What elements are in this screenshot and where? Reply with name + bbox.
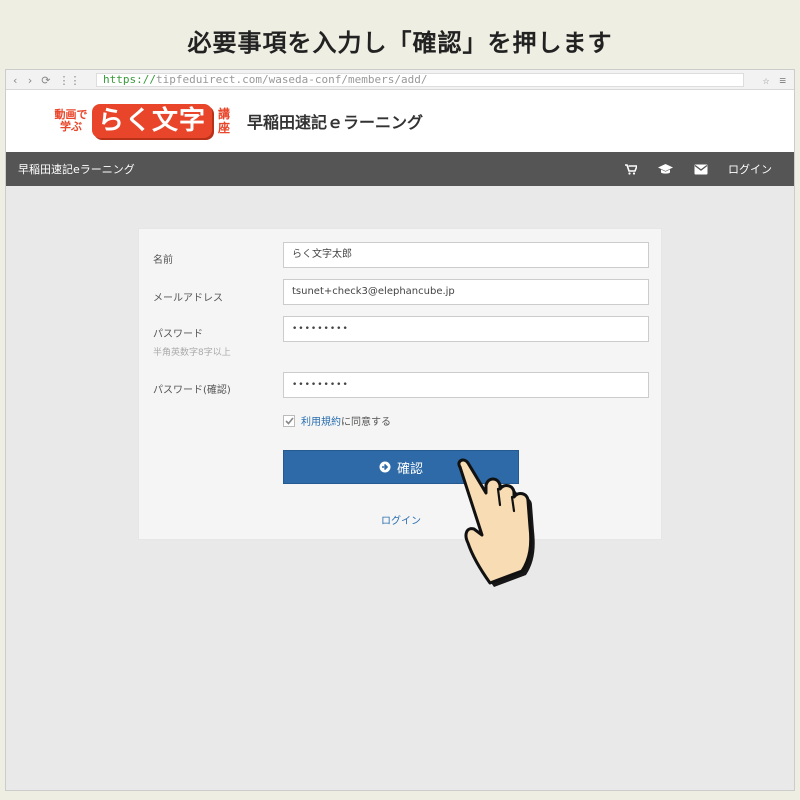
password-hint: 半角英数字8字以上 <box>153 348 231 358</box>
browser-toolbar: ‹ › ⟳ ⋮⋮ https://tipfeduirect.com/waseda… <box>6 70 794 90</box>
logo-main-text: らく文字 <box>92 104 213 138</box>
envelope-icon[interactable] <box>694 164 708 175</box>
login-link[interactable]: ログイン <box>139 512 663 527</box>
navbar-login-link[interactable]: ログイン <box>728 161 772 177</box>
email-field[interactable]: tsunet+check3@elephancube.jp <box>283 279 649 305</box>
confirm-button-label: 確認 <box>396 461 423 477</box>
address-bar[interactable]: https://tipfeduirect.com/waseda-conf/mem… <box>96 73 744 87</box>
site-header: 動画で 学ぶ らく文字 講 座 早稲田速記ｅラーニング <box>6 90 794 152</box>
browser-window: ‹ › ⟳ ⋮⋮ https://tipfeduirect.com/waseda… <box>6 70 794 790</box>
logo-course-text: 講 座 <box>215 107 233 135</box>
graduation-cap-icon[interactable] <box>657 163 674 175</box>
site-name: 早稲田速記ｅラーニング <box>247 113 424 132</box>
reload-icon[interactable]: ⟳ <box>41 74 50 87</box>
navbar-brand[interactable]: 早稲田速記eラーニング <box>18 161 135 177</box>
password-label: パスワード <box>153 329 203 340</box>
name-label: 名前 <box>153 255 173 266</box>
apps-icon[interactable]: ⋮⋮ <box>58 74 80 87</box>
instruction-caption: 必要事項を入力し「確認」を押します <box>187 28 613 57</box>
password-field[interactable]: ••••••••• <box>283 316 649 342</box>
url-scheme: https:// <box>103 73 156 86</box>
back-icon[interactable]: ‹ <box>12 74 19 87</box>
cart-icon[interactable] <box>625 163 637 175</box>
name-field[interactable]: らく文字太郎 <box>283 242 649 268</box>
terms-agreement: 利用規約 に同意する <box>283 413 391 428</box>
password-confirm-field[interactable]: ••••••••• <box>283 372 649 398</box>
forward-icon[interactable]: › <box>27 74 34 87</box>
site-logo[interactable]: 動画で 学ぶ らく文字 講 座 <box>50 104 233 138</box>
arrow-circle-right-icon <box>379 461 391 473</box>
url-path: tipfeduirect.com/waseda-conf/members/add… <box>155 73 428 86</box>
logo-kou-line1: 講 <box>218 107 231 121</box>
email-label: メールアドレス <box>153 293 223 304</box>
browser-nav: ‹ › ⟳ ⋮⋮ <box>6 74 96 87</box>
browser-menu-icon[interactable]: ≡ <box>779 74 786 87</box>
navbar: 早稲田速記eラーニング ログイン <box>6 152 794 186</box>
navbar-right: ログイン <box>625 161 772 177</box>
password-confirm-label: パスワード(確認) <box>153 385 231 396</box>
checkmark-icon <box>284 416 294 425</box>
registration-form: 名前 らく文字太郎 メールアドレス tsunet+check3@elephanc… <box>138 228 662 540</box>
logo-small-line2: 学ぶ <box>60 120 82 133</box>
logo-kou-line2: 座 <box>218 121 231 135</box>
pointing-hand-icon <box>457 458 535 587</box>
browser-tools: ☆ ≡ <box>744 74 794 87</box>
terms-checkbox[interactable] <box>283 414 295 427</box>
logo-small-text: 動画で 学ぶ <box>50 109 92 133</box>
terms-text: に同意する <box>341 417 391 428</box>
bookmark-star-icon[interactable]: ☆ <box>763 74 770 87</box>
terms-link[interactable]: 利用規約 <box>301 413 341 428</box>
